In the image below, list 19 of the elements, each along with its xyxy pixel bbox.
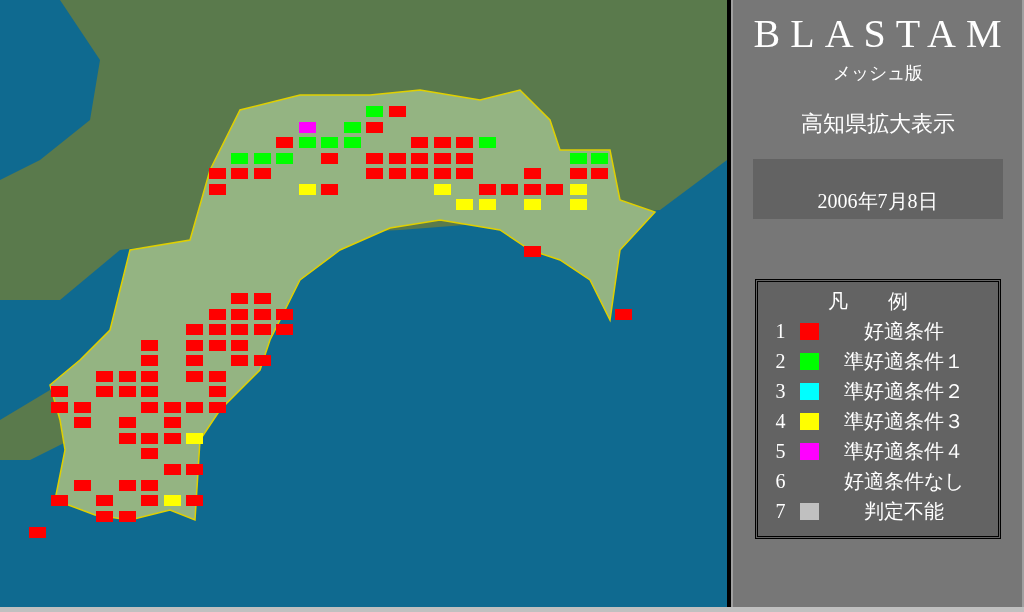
legend-label: 準好適条件３ [843, 409, 964, 433]
legend-title: 凡 例 [826, 289, 909, 314]
legend-label: 準好適条件４ [843, 439, 964, 463]
legend-label: 準好適条件２ [843, 379, 964, 403]
app-subtitle: メッシュ版 [832, 62, 923, 84]
legend-number: 4 [775, 409, 787, 433]
legend-label: 準好適条件１ [843, 349, 964, 373]
date-text: 2006年7月8日 [817, 189, 938, 213]
app-title: BLASTAM [752, 12, 1012, 56]
legend-label: 好適条件なし [843, 469, 964, 493]
legend-label: 判定不能 [863, 499, 944, 523]
legend-number: 7 [775, 499, 787, 523]
legend-number: 2 [775, 349, 787, 373]
legend-number: 1 [775, 319, 787, 343]
view-label: 高知県拡大表示 [800, 110, 955, 138]
legend-number: 3 [775, 379, 787, 403]
legend-number: 6 [775, 469, 787, 493]
legend-label: 好適条件 [863, 319, 944, 343]
legend-number: 5 [775, 439, 787, 463]
